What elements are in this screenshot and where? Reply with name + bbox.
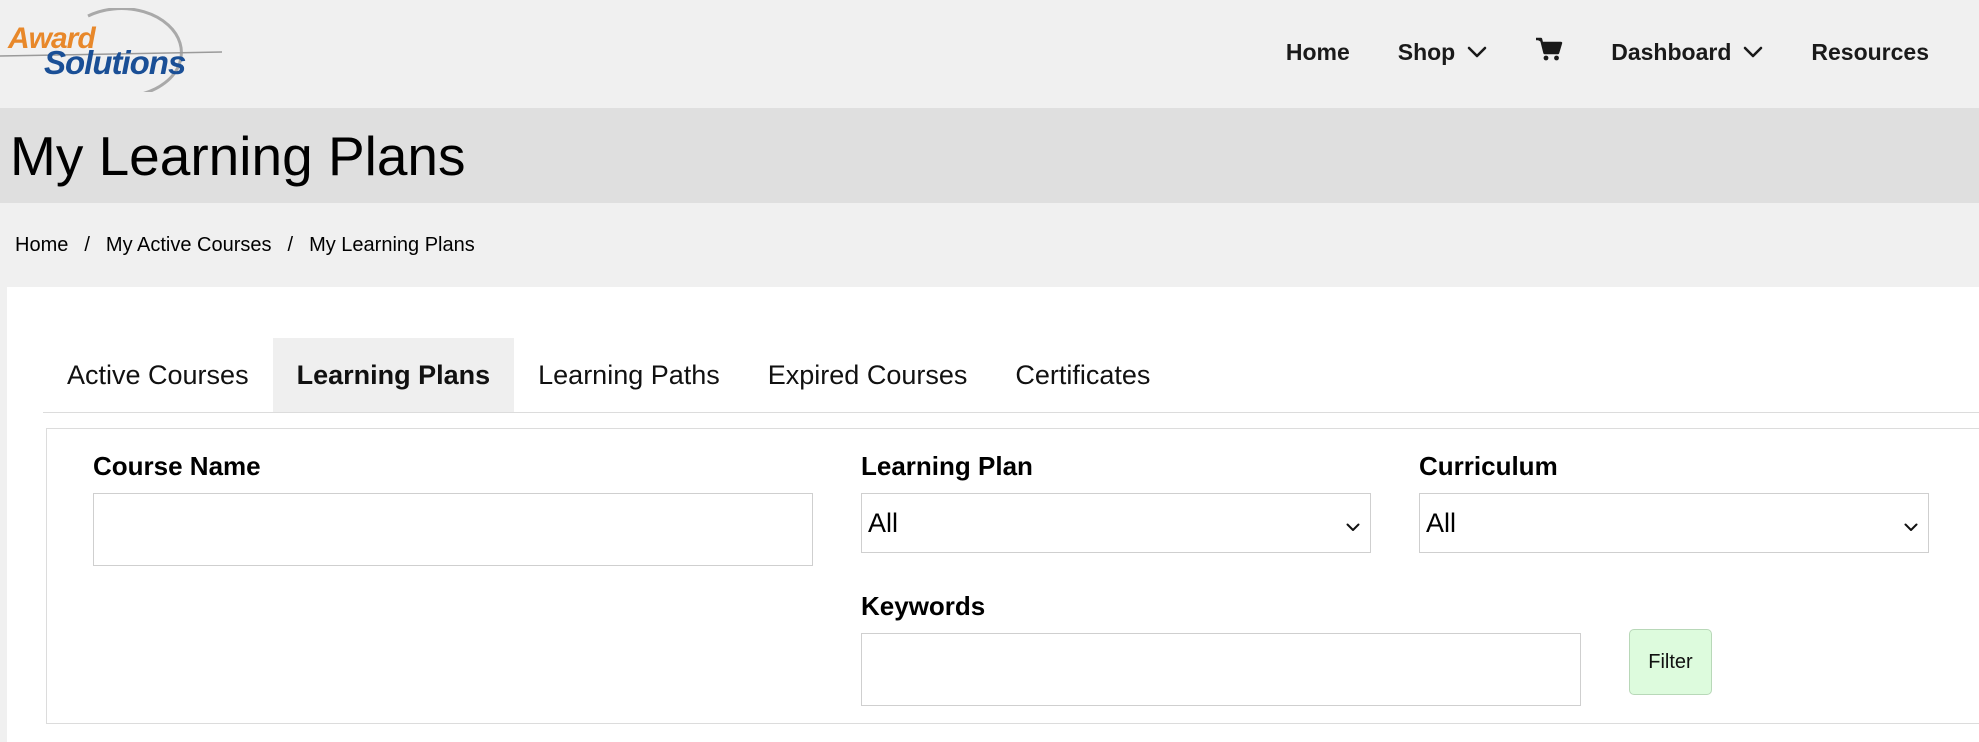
nav-dashboard[interactable]: Dashboard: [1611, 39, 1763, 66]
nav-shop[interactable]: Shop: [1398, 39, 1488, 66]
nav-dashboard-label: Dashboard: [1611, 38, 1732, 65]
chevron-down-icon: [1743, 46, 1763, 58]
nav-shop-label: Shop: [1397, 38, 1456, 65]
nav-resources-label: Resources: [1811, 38, 1929, 65]
curriculum-selected: All: [1426, 507, 1457, 538]
keywords-label: Keywords: [861, 591, 986, 621]
learning-plan-label: Learning Plan: [861, 451, 1033, 481]
nav-home[interactable]: Home: [1286, 39, 1350, 66]
content-panel: Active Courses Learning Plans Learning P…: [7, 287, 1979, 742]
main-menu: Home Shop Dashboard Resources: [1286, 34, 1929, 70]
tab-learning-paths[interactable]: Learning Paths: [514, 338, 744, 412]
tab-learning-plans[interactable]: Learning Plans: [272, 338, 515, 412]
chevron-down-icon: [1467, 46, 1487, 58]
award-solutions-logo[interactable]: Award Solutions: [0, 8, 230, 92]
tab-active-courses[interactable]: Active Courses: [43, 338, 273, 412]
learning-plan-select[interactable]: All: [861, 493, 1371, 553]
filter-form: Course Name Learning Plan All Curriculum…: [46, 428, 1979, 724]
learning-plan-selected: All: [868, 507, 899, 538]
logo-word-solutions: Solutions: [44, 44, 186, 81]
chevron-down-icon: [1346, 508, 1360, 539]
course-name-label: Course Name: [93, 451, 261, 481]
breadcrumb-my-learning-plans: My Learning Plans: [309, 234, 475, 256]
page-title-band: My Learning Plans: [0, 108, 1979, 203]
course-name-input[interactable]: [93, 493, 813, 566]
breadcrumb-separator: /: [287, 234, 294, 256]
tab-expired-courses[interactable]: Expired Courses: [744, 338, 992, 412]
chevron-down-icon: [1904, 508, 1918, 539]
keywords-input[interactable]: [861, 633, 1581, 706]
curriculum-label: Curriculum: [1419, 451, 1558, 481]
filter-button[interactable]: Filter: [1629, 629, 1712, 695]
breadcrumb-separator: /: [84, 234, 90, 256]
breadcrumb-home[interactable]: Home: [15, 234, 68, 257]
page-title: My Learning Plans: [10, 125, 466, 187]
nav-home-label: Home: [1285, 38, 1350, 65]
top-navigation: Award Solutions Home Shop Dashboard Reso…: [0, 0, 1979, 108]
nav-resources[interactable]: Resources: [1811, 39, 1929, 66]
shopping-cart-icon: [1535, 36, 1563, 68]
course-tabs: Active Courses Learning Plans Learning P…: [43, 338, 1979, 413]
nav-cart[interactable]: [1535, 36, 1563, 68]
tab-certificates[interactable]: Certificates: [991, 338, 1174, 412]
breadcrumb: Home / My Active Courses / My Learning P…: [15, 234, 475, 257]
breadcrumb-my-active-courses[interactable]: My Active Courses: [106, 234, 272, 257]
curriculum-select[interactable]: All: [1419, 493, 1929, 553]
